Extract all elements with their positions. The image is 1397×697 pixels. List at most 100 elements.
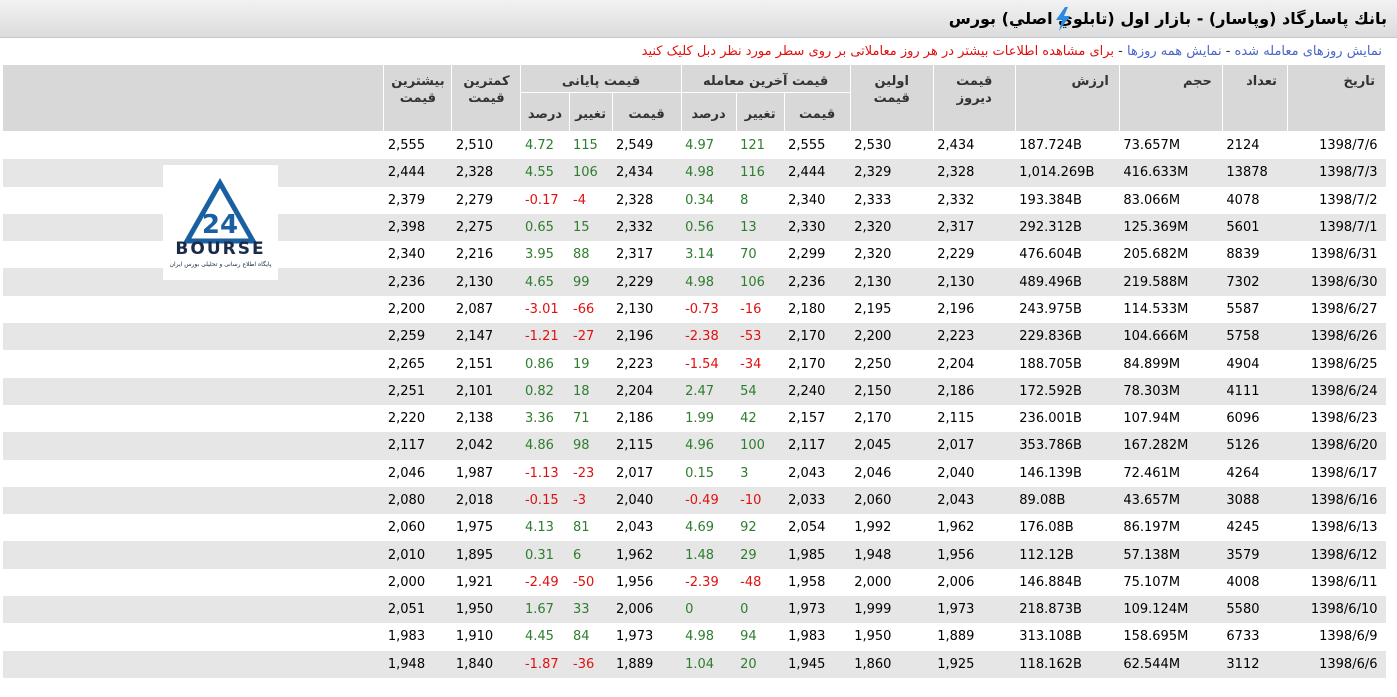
row-spacer — [3, 296, 384, 323]
row-close-change: -36 — [569, 650, 613, 678]
row-yesterday-price: 2,328 — [933, 159, 1016, 187]
header-value[interactable]: ارزش — [1014, 64, 1120, 132]
row-close-percent: 1.67 — [520, 596, 570, 624]
table-row[interactable]: 1398/6/11 4008 75.107M 146.884B 2,006 2,000 1,… — [3, 569, 1386, 596]
header-last-price[interactable]: قیمت — [783, 92, 851, 132]
row-volume: 158.695M — [1123, 629, 1189, 645]
header-first-price[interactable]: اولین قیمت — [849, 64, 934, 132]
table-row[interactable]: 1398/7/6 2124 73.657M 187.724B 2,434 2,530 2,5… — [3, 132, 1386, 160]
row-close-percent: 3.36 — [524, 411, 554, 427]
table-row[interactable]: 1398/6/26 5758 104.666M 229.836B 2,223 2,200 2… — [2, 323, 1386, 351]
row-volume: 72.461M — [1123, 465, 1181, 481]
row-count: 6096 — [1226, 411, 1260, 427]
row-max-price: 2,236 — [383, 268, 452, 296]
table-row[interactable]: 1398/6/23 6096 107.94M 236.001B 2,115 2,170 2,… — [3, 405, 1386, 432]
row-last-percent: 1.04 — [681, 650, 737, 678]
row-close-percent: 4.86 — [520, 432, 570, 460]
header-last-percent[interactable]: درصد — [680, 92, 737, 132]
row-spacer — [2, 541, 384, 569]
row-close-change: 98 — [569, 432, 613, 460]
header-close-percent[interactable]: درصد — [520, 92, 570, 132]
row-spacer — [2, 650, 384, 678]
row-first-price: 2,530 — [854, 138, 892, 154]
row-close-percent: 4.55 — [520, 159, 570, 187]
row-max-price: 2,379 — [387, 192, 426, 208]
row-date: 1398/6/16 — [1287, 486, 1386, 515]
row-count: 3112 — [1222, 650, 1288, 678]
row-volume: 114.533M — [1123, 301, 1189, 317]
header-volume[interactable]: حجم — [1118, 64, 1223, 132]
header-close-price[interactable]: قیمت — [611, 92, 682, 132]
row-last-change: 3 — [740, 465, 749, 481]
all-days-link[interactable]: نمایش همه روزها — [1127, 44, 1222, 59]
row-first-price: 2,000 — [854, 574, 892, 590]
row-spacer — [3, 623, 384, 650]
row-close-percent: 4.45 — [524, 629, 554, 645]
row-last-percent: 4.98 — [681, 159, 737, 187]
row-close-percent: 0.65 — [520, 213, 570, 242]
row-count: 8839 — [1226, 247, 1260, 263]
table-row[interactable]: 1398/6/10 5580 109.124M 218.873B 1,973 1,999 1… — [2, 596, 1386, 624]
row-last-price: 2,236 — [784, 268, 851, 296]
row-last-price: 2,240 — [784, 377, 851, 405]
page-title: بانك پاسارگاد (وپاسار) - بازار اول (تابل… — [948, 9, 1387, 28]
row-max-price: 2,220 — [387, 411, 426, 427]
row-yesterday-price: 2,040 — [937, 465, 975, 481]
row-last-percent: 4.97 — [685, 138, 715, 154]
row-date: 1398/6/6 — [1287, 650, 1386, 678]
table-row[interactable]: 1398/6/16 3088 43.657M 89.08B 2,043 2,060 2,03… — [2, 486, 1386, 515]
header-max-price[interactable]: بیشترین قیمت — [383, 64, 453, 132]
row-min-price: 2,130 — [451, 268, 521, 296]
links-bar: نمایش روزهای معامله شده - نمایش همه روزه… — [0, 38, 1390, 65]
header-count[interactable]: تعداد — [1221, 64, 1288, 132]
row-date: 1398/6/24 — [1287, 377, 1386, 405]
row-value: 476.604B — [1019, 247, 1082, 263]
row-close-change: 84 — [573, 629, 590, 645]
row-count: 4008 — [1226, 574, 1260, 590]
logo-triangle-icon: 24 — [182, 177, 258, 244]
row-close-price: 2,130 — [616, 301, 654, 317]
row-count: 5758 — [1222, 323, 1288, 351]
table-row[interactable]: 1398/6/27 5587 114.533M 243.975B 2,196 2,195 2… — [3, 296, 1386, 323]
row-volume: 205.682M — [1123, 247, 1189, 263]
table-row[interactable]: 1398/6/13 4245 86.197M 176.08B 1,962 1,992 2,0… — [3, 514, 1386, 541]
row-last-percent: 3.14 — [685, 247, 715, 263]
traded-days-link[interactable]: نمایش روزهای معامله شده — [1235, 44, 1382, 59]
table-row[interactable]: 1398/6/25 4904 84.899M 188.705B 2,204 2,250 2,… — [3, 350, 1386, 377]
row-last-change: 106 — [736, 268, 785, 296]
row-close-price: 1,889 — [612, 650, 682, 678]
header-date[interactable]: تاریخ — [1286, 64, 1387, 132]
row-last-percent: -0.73 — [685, 301, 719, 317]
row-value: 292.312B — [1015, 213, 1120, 242]
table-row[interactable]: 1398/6/17 4264 72.461M 146.139B 2,040 2,046 2,… — [3, 460, 1386, 487]
row-last-change: 8 — [740, 192, 749, 208]
row-last-percent: -0.49 — [681, 486, 737, 515]
row-yesterday-price: 2,017 — [933, 432, 1016, 460]
row-value: 187.724B — [1019, 138, 1082, 154]
row-value: 243.975B — [1019, 301, 1082, 317]
row-volume: 167.282M — [1119, 432, 1223, 460]
row-yesterday-price: 2,186 — [933, 377, 1016, 405]
row-date: 1398/6/17 — [1310, 465, 1378, 481]
row-close-price: 2,186 — [616, 411, 654, 427]
table-row[interactable]: 1398/6/12 3579 57.138M 112.12B 1,956 1,948 1,9… — [2, 541, 1386, 569]
table-row[interactable]: 1398/6/6 3112 62.544M 118.162B 1,925 1,860 1,9… — [2, 650, 1386, 678]
header-close-change[interactable]: تغییر — [568, 92, 613, 132]
row-last-price: 2,299 — [788, 247, 826, 263]
header-yesterday-price[interactable]: قیمت دیروز — [932, 64, 1016, 132]
row-max-price: 2,398 — [383, 213, 452, 242]
table-row[interactable]: 1398/6/9 6733 158.695M 313.108B 1,889 1,950 1,… — [3, 623, 1386, 650]
row-last-change: -34 — [740, 356, 762, 372]
header-last-change[interactable]: تغییر — [735, 92, 785, 132]
header-min-price[interactable]: کمترین قیمت — [451, 64, 522, 132]
table-row[interactable]: 1398/6/20 5126 167.282M 353.786B 2,017 2,045 2… — [2, 432, 1386, 460]
row-close-change: -27 — [569, 323, 613, 351]
row-date: 1398/7/6 — [1319, 138, 1378, 154]
row-max-price: 2,051 — [383, 596, 452, 624]
row-first-price: 1,860 — [850, 650, 934, 678]
row-count: 3088 — [1222, 486, 1288, 515]
table-row[interactable]: 1398/6/24 4111 78.303M 172.592B 2,186 2,150 2,… — [2, 377, 1386, 405]
row-yesterday-price: 2,204 — [937, 356, 975, 372]
row-last-change: -48 — [740, 574, 762, 590]
row-first-price: 2,320 — [850, 213, 934, 242]
